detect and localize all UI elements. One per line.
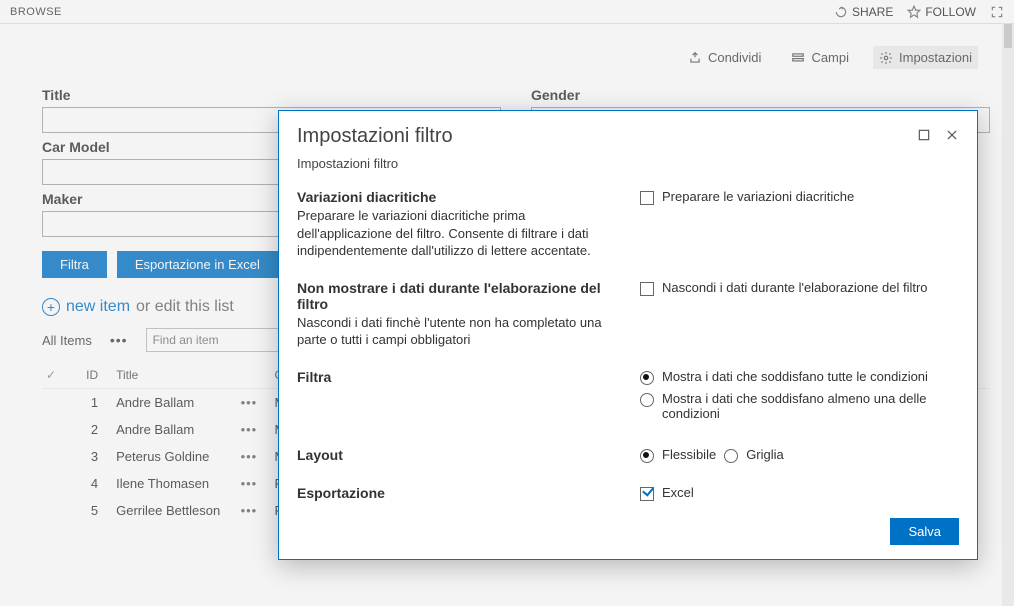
- filtra-radio-any[interactable]: Mostra i dati che soddisfano almeno una …: [640, 391, 959, 421]
- layout-radio-griglia[interactable]: Griglia: [724, 447, 784, 463]
- layout-radio-flessibile[interactable]: Flessibile: [640, 447, 716, 463]
- share-icon: [834, 5, 848, 19]
- hidedata-desc: Nascondi i dati finchè l'utente non ha c…: [297, 314, 616, 349]
- radio-icon: [640, 371, 654, 385]
- window-icon: [917, 128, 931, 142]
- radio-icon: [640, 393, 654, 407]
- star-icon: [907, 5, 921, 19]
- close-icon: [945, 128, 959, 142]
- export-heading: Esportazione: [297, 485, 616, 501]
- settings-modal: Impostazioni filtro Impostazioni filtro …: [278, 110, 978, 560]
- diacritic-checkbox[interactable]: Preparare le variazioni diacritiche: [640, 189, 959, 205]
- filtra-radio-all[interactable]: Mostra i dati che soddisfano tutte le co…: [640, 369, 959, 385]
- modal-title: Impostazioni filtro: [297, 125, 453, 148]
- checkbox-icon: [640, 282, 654, 296]
- hidedata-checkbox[interactable]: Nascondi i dati durante l'elaborazione d…: [640, 280, 959, 296]
- radio-icon: [640, 449, 654, 463]
- ribbon: BROWSE SHARE FOLLOW: [0, 0, 1014, 24]
- radio-icon: [724, 449, 738, 463]
- salva-button[interactable]: Salva: [890, 518, 959, 545]
- follow-button[interactable]: FOLLOW: [907, 5, 976, 19]
- expand-icon: [990, 5, 1004, 19]
- share-button[interactable]: SHARE: [834, 5, 893, 19]
- checkbox-checked-icon: [640, 487, 654, 501]
- diacritic-desc: Preparare le variazioni diacritiche prim…: [297, 207, 616, 260]
- ribbon-tab-browse[interactable]: BROWSE: [10, 6, 62, 18]
- modal-subtitle: Impostazioni filtro: [279, 152, 977, 179]
- fullscreen-button[interactable]: [990, 5, 1004, 19]
- diacritic-heading: Variazioni diacritiche: [297, 189, 616, 205]
- layout-heading: Layout: [297, 447, 616, 463]
- filtra-heading: Filtra: [297, 369, 616, 385]
- hidedata-heading: Non mostrare i dati durante l'elaborazio…: [297, 280, 616, 312]
- export-checkbox-excel[interactable]: Excel: [640, 485, 959, 501]
- checkbox-icon: [640, 191, 654, 205]
- modal-close-button[interactable]: [945, 128, 959, 145]
- modal-maximize-button[interactable]: [917, 128, 931, 145]
